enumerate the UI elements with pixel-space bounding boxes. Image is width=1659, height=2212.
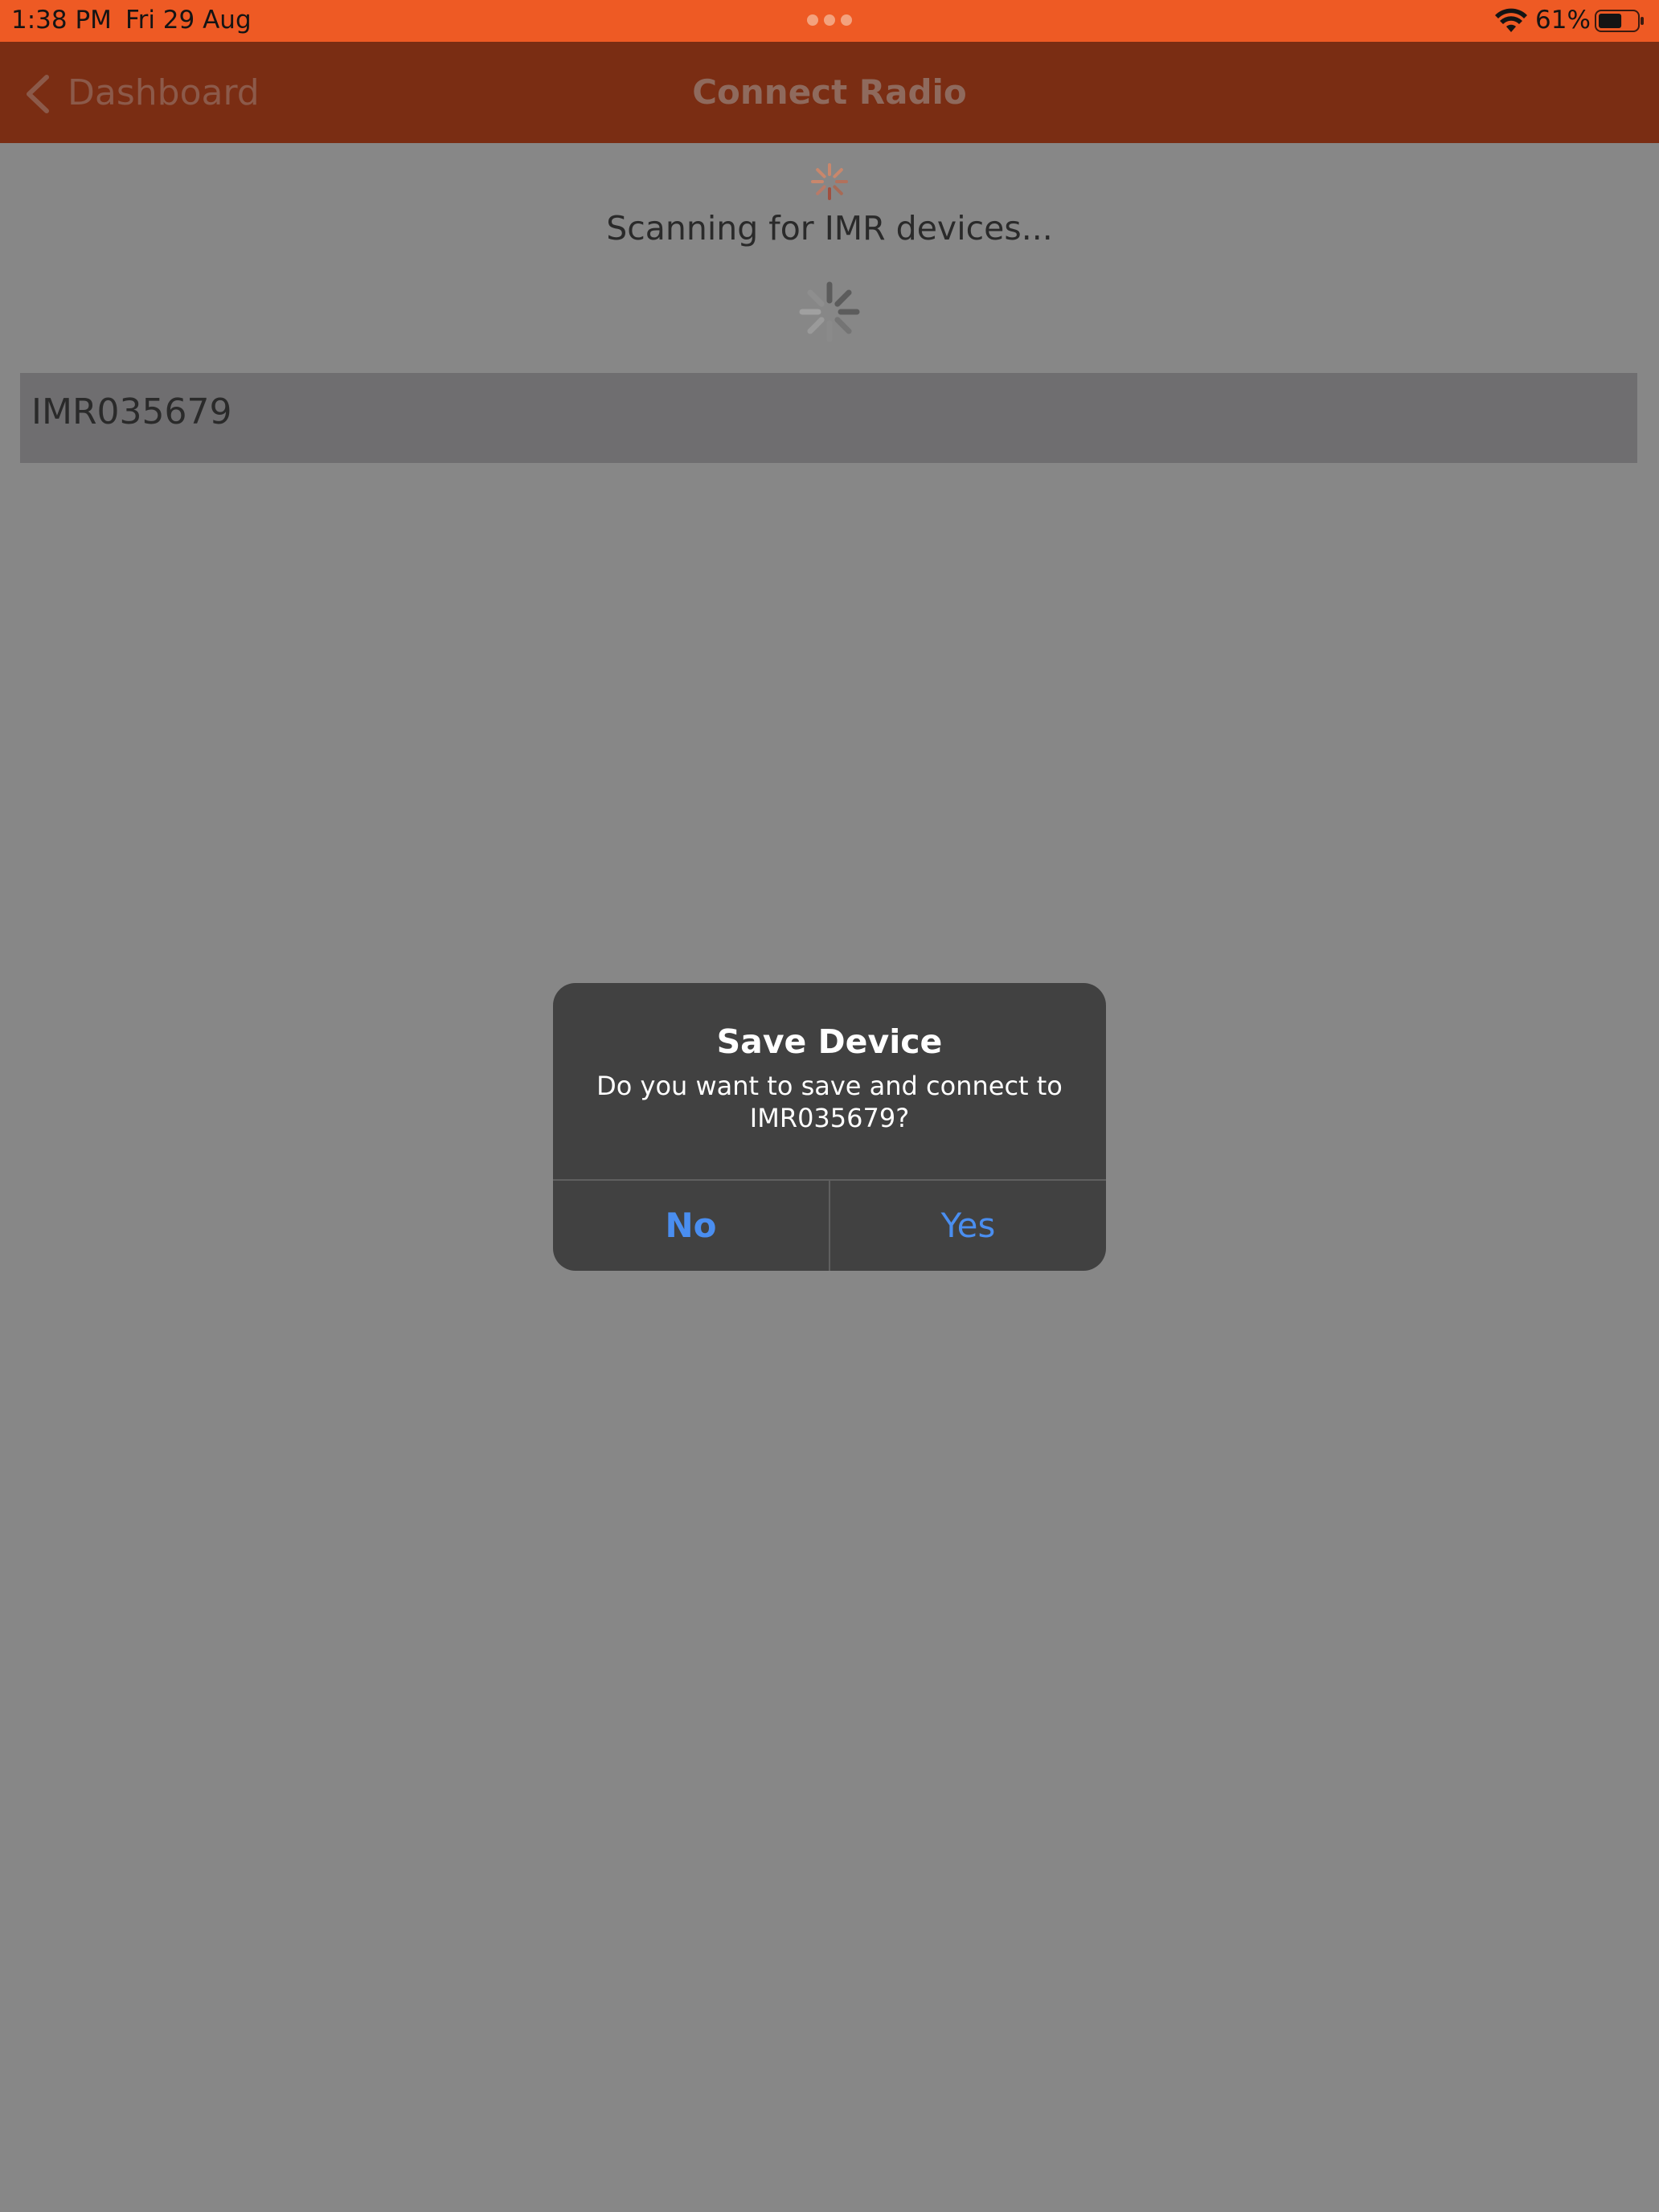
page-title: Connect Radio [692, 72, 967, 112]
navigation-bar: Dashboard Connect Radio [0, 42, 1659, 143]
multitask-dots-icon[interactable] [807, 14, 852, 26]
status-bar: 1:38 PM Fri 29 Aug 61% [0, 0, 1659, 42]
no-button[interactable]: No [553, 1181, 829, 1271]
yes-button[interactable]: Yes [830, 1181, 1106, 1271]
device-name: IMR035679 [31, 391, 232, 432]
status-date: Fri 29 Aug [125, 6, 252, 35]
device-list-item[interactable]: IMR035679 [20, 373, 1637, 463]
wifi-icon [1495, 8, 1527, 32]
save-device-alert: Save Device Do you want to save and conn… [553, 983, 1106, 1271]
alert-message: Do you want to save and connect to IMR03… [596, 1071, 1063, 1133]
spinner-icon [799, 281, 860, 342]
scan-status-text: Scanning for IMR devices... [606, 209, 1053, 248]
battery-percent: 61% [1535, 6, 1591, 35]
spinner-icon [811, 163, 848, 200]
battery-icon [1595, 10, 1644, 32]
status-time: 1:38 PM [11, 6, 112, 35]
alert-title: Save Device [716, 1022, 943, 1061]
